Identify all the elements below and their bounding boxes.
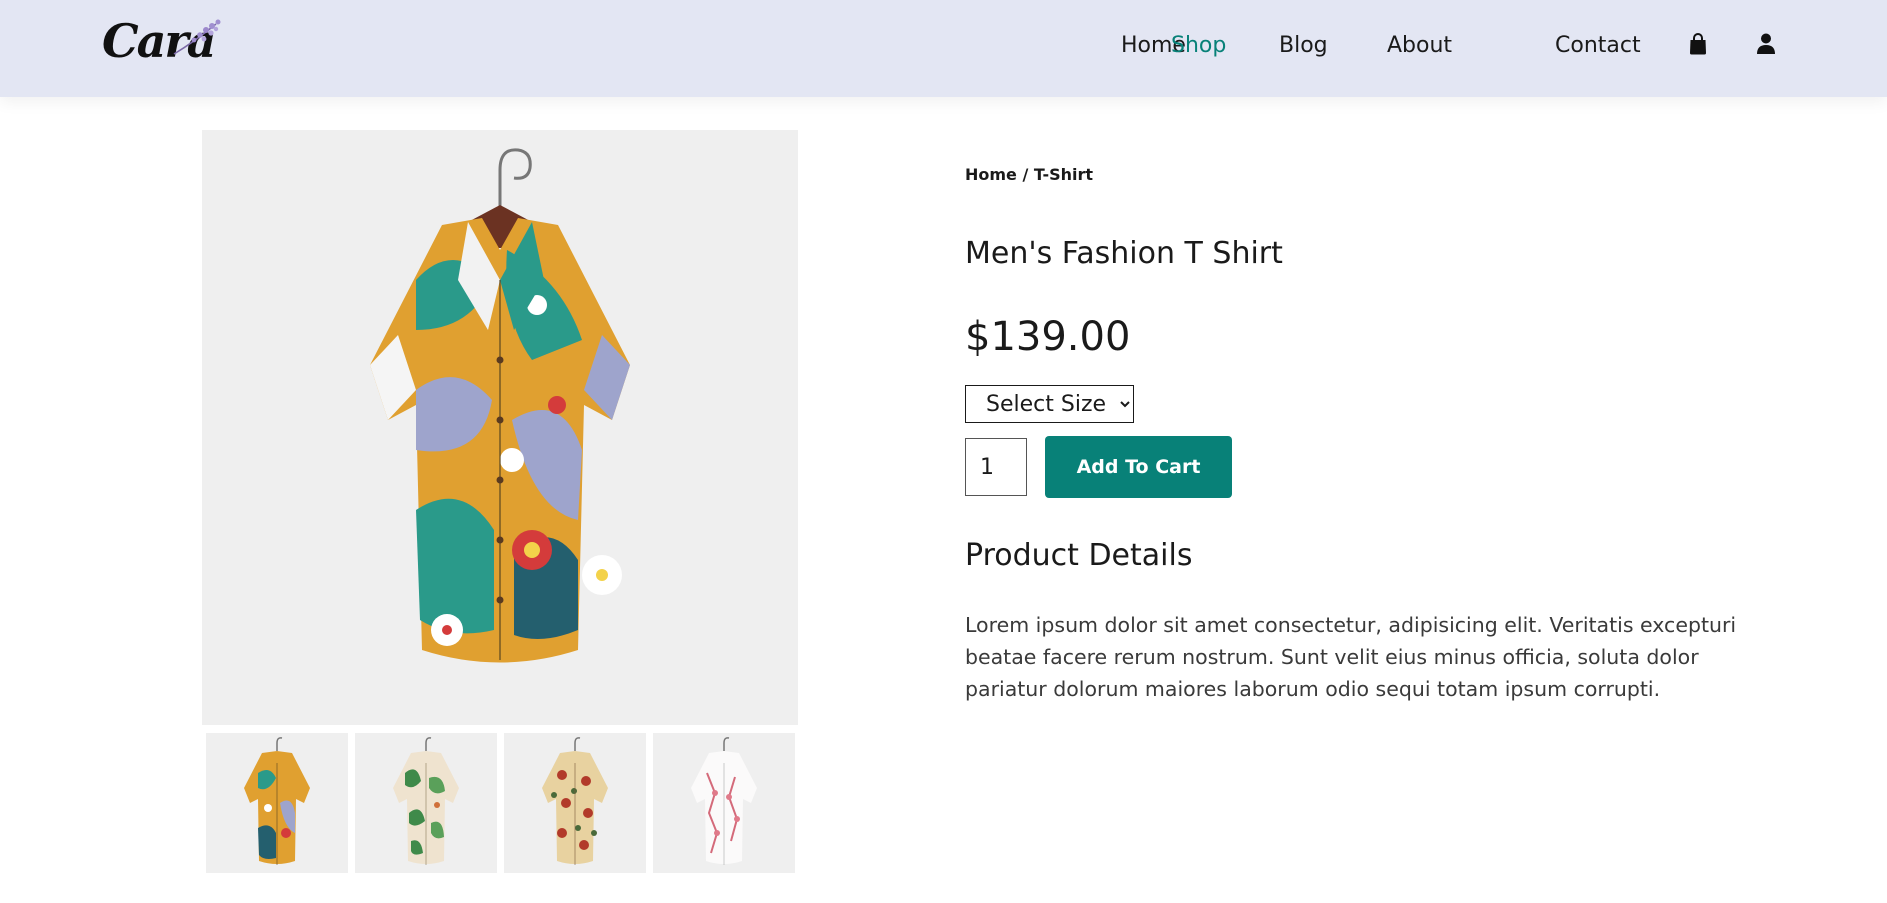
add-to-cart-button[interactable]: Add To Cart (1045, 436, 1232, 498)
product-title: Men's Fashion T Shirt (965, 236, 1283, 271)
nav-contact[interactable]: Contact (1555, 31, 1641, 61)
thumbnail-3[interactable] (504, 733, 646, 873)
main-product-image[interactable] (202, 130, 798, 725)
nav-shop[interactable]: Shop (1171, 31, 1226, 61)
thumbnail-4[interactable] (653, 733, 795, 873)
floral-print-shirt-thumbnail (542, 737, 608, 865)
lavender-sprig-icon (173, 19, 221, 55)
logo[interactable]: Cara (100, 14, 230, 78)
breadcrumb: Home / T-Shirt (965, 165, 1094, 184)
quantity-input[interactable] (965, 438, 1027, 496)
nav-about[interactable]: About (1387, 31, 1452, 61)
patterned-shirt-image (370, 148, 630, 663)
shopping-bag-icon[interactable] (1689, 33, 1707, 59)
site-header: Cara Home Shop Blog About Contact (0, 0, 1887, 97)
floral-print-shirt-white-thumbnail (691, 737, 757, 865)
thumbnail-2[interactable] (355, 733, 497, 873)
product-price: $139.00 (965, 314, 1131, 360)
product-details-heading: Product Details (965, 538, 1193, 573)
thumbnail-1[interactable] (206, 733, 348, 873)
user-icon[interactable] (1757, 33, 1775, 59)
patterned-shirt-thumbnail (244, 737, 310, 865)
nav-blog[interactable]: Blog (1279, 31, 1328, 61)
size-select[interactable]: Select Size (965, 385, 1134, 423)
product-description: Lorem ipsum dolor sit amet consectetur, … (965, 613, 1737, 701)
leaf-print-shirt-thumbnail (393, 737, 459, 865)
